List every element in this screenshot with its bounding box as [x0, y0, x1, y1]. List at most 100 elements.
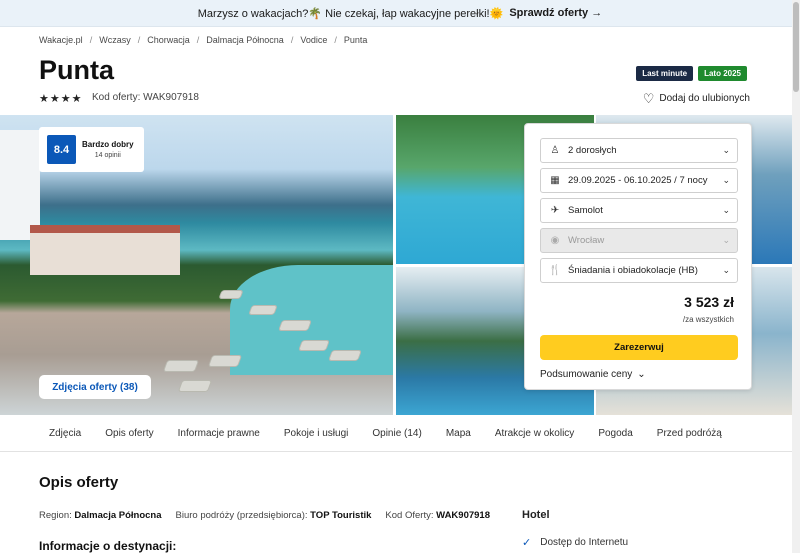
photo-sea — [230, 265, 393, 375]
tab-description[interactable]: Opis oferty — [105, 428, 153, 439]
code-label: Kod Oferty: — [385, 510, 434, 521]
region-info: Region: Dalmacja Północna — [39, 510, 162, 521]
breadcrumb-item[interactable]: Wakacje.pl — [39, 35, 83, 45]
guests-value: 2 dorosłych — [568, 145, 617, 156]
guests-select[interactable]: ♙ 2 dorosłych ⌄ — [540, 138, 738, 163]
last-minute-badge: Last minute — [636, 66, 694, 81]
departure-value: Wrocław — [568, 235, 605, 246]
star-icon: ★ — [60, 93, 71, 105]
badges: Last minute Lato 2025 — [636, 66, 747, 81]
region-value: Dalmacja Północna — [74, 510, 162, 521]
breadcrumb-separator: / — [89, 35, 93, 45]
breadcrumb-separator: / — [290, 35, 294, 45]
rating-label: Bardzo dobry — [82, 140, 134, 149]
summer-badge: Lato 2025 — [698, 66, 747, 81]
heart-icon: ♡ — [642, 91, 655, 106]
tab-weather[interactable]: Pogoda — [598, 428, 632, 439]
breadcrumb-separator: / — [196, 35, 200, 45]
rating-card[interactable]: 8.4 Bardzo dobry 14 opinii — [39, 127, 144, 172]
star-icon: ★ — [49, 93, 60, 105]
tab-before-travel[interactable]: Przed podróżą — [657, 428, 722, 439]
photo-tower — [0, 130, 40, 240]
rating-text: Bardzo dobry 14 opinii — [82, 140, 134, 159]
photo-pad — [207, 355, 243, 367]
operator-info: Biuro podróży (przedsiębiorca): TOP Tour… — [176, 510, 372, 521]
breadcrumb-item[interactable]: Vodice — [300, 35, 327, 45]
plane-icon: ✈ — [550, 205, 560, 216]
photo-pad — [177, 380, 213, 392]
dates-select[interactable]: ▦ 29.09.2025 - 06.10.2025 / 7 nocy ⌄ — [540, 168, 738, 193]
location-pin-icon: ◉ — [550, 235, 560, 246]
person-icon: ♙ — [550, 145, 560, 156]
photo-pad — [297, 340, 331, 351]
hotel-section-title: Hotel — [522, 509, 550, 521]
rating-count: 14 opinii — [94, 152, 121, 159]
scrollbar-thumb[interactable] — [793, 2, 799, 92]
promo-cta-link[interactable]: Sprawdź oferty — [509, 7, 602, 19]
amenity-item: ✓ Dostęp do Internetu — [522, 536, 628, 549]
operator-value: TOP Touristik — [310, 510, 372, 521]
star-icon: ★ — [71, 93, 82, 105]
price-summary-toggle[interactable]: Podsumowanie ceny ⌄ — [540, 369, 646, 380]
favorites-label: Dodaj do ulubionych — [659, 93, 750, 104]
chevron-down-icon: ⌄ — [722, 145, 730, 155]
board-value: Śniadania i obiadokolacje (HB) — [568, 265, 698, 276]
tab-map[interactable]: Mapa — [446, 428, 471, 439]
operator-label: Biuro podróży (przedsiębiorca): — [175, 510, 308, 521]
photo-pad — [248, 305, 278, 315]
price-note: /za wszystkich — [682, 315, 734, 324]
breadcrumb-item[interactable]: Wczasy — [99, 35, 131, 45]
breadcrumb-separator: / — [137, 35, 141, 45]
region-label: Region: — [39, 510, 72, 521]
dates-value: 29.09.2025 - 06.10.2025 / 7 nocy — [568, 175, 708, 186]
destination-info-title: Informacje o destynacji: — [39, 539, 177, 553]
offer-meta: Region: Dalmacja Północna Biuro podróży … — [39, 510, 504, 521]
breadcrumb-item[interactable]: Dalmacja Północna — [206, 35, 284, 45]
breadcrumb: Wakacje.pl / Wczasy / Chorwacja / Dalmacja … — [39, 33, 367, 47]
transport-value: Samolot — [568, 205, 603, 216]
photo-pad — [218, 290, 244, 299]
tab-photos[interactable]: Zdjęcia — [49, 428, 81, 439]
chevron-down-icon: ⌄ — [722, 205, 730, 215]
check-icon: ✓ — [522, 537, 532, 549]
tab-reviews[interactable]: Opinie (14) — [372, 428, 421, 439]
star-rating: ★ ★ ★ ★ — [39, 92, 82, 105]
page-title: Punta — [39, 55, 115, 85]
reserve-button[interactable]: Zarezerwuj — [540, 335, 738, 360]
photo-building — [30, 225, 180, 275]
board-select[interactable]: 🍴 Śniadania i obiadokolacje (HB) ⌄ — [540, 258, 738, 283]
promo-bar[interactable]: Marzysz o wakacjach?🌴 Nie czekaj, łap wa… — [0, 0, 800, 27]
cutlery-icon: 🍴 — [548, 265, 562, 276]
photos-button[interactable]: Zdjęcia oferty (38) — [39, 375, 151, 399]
tab-rooms[interactable]: Pokoje i usługi — [284, 428, 348, 439]
tab-legal[interactable]: Informacje prawne — [178, 428, 260, 439]
star-icon: ★ — [39, 93, 49, 105]
scrollbar[interactable] — [792, 0, 800, 553]
code-value: WAK907918 — [436, 510, 490, 521]
chevron-down-icon: ⌄ — [637, 369, 646, 380]
total-price: 3 523 zł — [684, 294, 734, 310]
section-tabs: Zdjęcia Opis oferty Informacje prawne Po… — [0, 415, 800, 452]
offer-code: Kod oferty: WAK907918 — [92, 92, 199, 103]
breadcrumb-item[interactable]: Chorwacja — [147, 35, 190, 45]
summary-label: Podsumowanie ceny — [540, 369, 633, 380]
chevron-down-icon: ⌄ — [722, 235, 730, 245]
tab-attractions[interactable]: Atrakcje w okolicy — [495, 428, 574, 439]
breadcrumb-current: Punta — [343, 35, 368, 45]
rating-score: 8.4 — [47, 135, 76, 164]
photo-pad — [327, 350, 363, 361]
code-info: Kod Oferty: WAK907918 — [385, 510, 490, 521]
transport-select[interactable]: ✈ Samolot ⌄ — [540, 198, 738, 223]
calendar-icon: ▦ — [550, 175, 560, 186]
chevron-down-icon: ⌄ — [722, 175, 730, 185]
offer-description-title: Opis oferty — [39, 474, 119, 491]
promo-text: Marzysz o wakacjach?🌴 Nie czekaj, łap wa… — [197, 7, 504, 20]
photo-pad — [162, 360, 200, 372]
photo-pad — [277, 320, 313, 331]
departure-select: ◉ Wrocław ⌄ — [540, 228, 738, 253]
breadcrumb-separator: / — [334, 35, 337, 45]
booking-panel: ♙ 2 dorosłych ⌄ ▦ 29.09.2025 - 06.10.202… — [524, 123, 752, 390]
amenity-label: Dostęp do Internetu — [540, 537, 629, 548]
chevron-down-icon: ⌄ — [722, 265, 730, 275]
add-to-favorites-button[interactable]: ♡ Dodaj do ulubionych — [643, 92, 750, 105]
